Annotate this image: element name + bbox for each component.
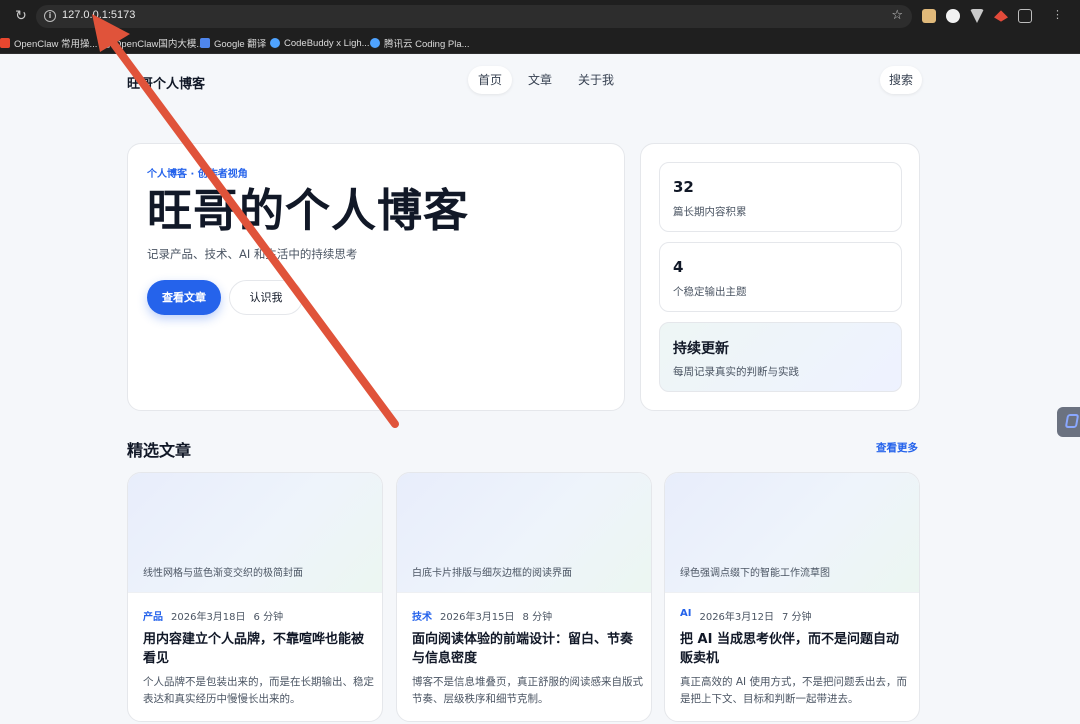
- cover-caption: 线性网格与蓝色渐变交织的极简封面: [143, 568, 303, 579]
- more-menu-icon[interactable]: ⋮: [1052, 8, 1063, 22]
- extension-icon[interactable]: [994, 10, 1008, 22]
- article-cover: 线性网格与蓝色渐变交织的极简封面: [128, 473, 382, 593]
- article-tag[interactable]: 技术: [412, 608, 432, 623]
- reload-icon[interactable]: ↻: [12, 7, 30, 25]
- hero-card: 个人博客 · 创作者视角 旺哥的个人博客 记录产品、技术、AI 和生活中的持续思…: [127, 143, 625, 411]
- article-meta: 技术 2026年3月15日 8 分钟: [412, 608, 552, 623]
- article-title[interactable]: 用内容建立个人品牌，不靠喧哗也能被看见: [143, 630, 371, 668]
- hero-subtitle: 记录产品、技术、AI 和生活中的持续思考: [147, 247, 358, 261]
- hero-eyebrow: 个人博客 · 创作者视角: [147, 169, 248, 180]
- address-bar[interactable]: i 127.0.0.1:5173 ☆: [36, 5, 912, 28]
- bookmark-favicon-icon: [200, 38, 210, 48]
- article-read-time: 7 分钟: [782, 612, 812, 623]
- search-button[interactable]: 搜索: [880, 66, 923, 94]
- bookmark-item[interactable]: OpenClaw 常用操...: [0, 36, 97, 50]
- browser-toolbar: ↻ i 127.0.0.1:5173 ☆ ⋮: [0, 0, 1080, 32]
- article-date: 2026年3月12日: [699, 612, 775, 623]
- article-read-time: 6 分钟: [253, 612, 284, 623]
- bookmark-star-icon[interactable]: ☆: [891, 8, 903, 23]
- article-read-time: 8 分钟: [522, 612, 553, 623]
- stat-articles: 32 篇长期内容积累: [659, 162, 902, 232]
- stats-card: 32 篇长期内容积累 4 个稳定输出主题 持续更新 每周记录真实的判断与实践: [640, 143, 920, 411]
- article-title[interactable]: 面向阅读体验的前端设计：留白、节奏与信息密度: [412, 630, 640, 668]
- article-title[interactable]: 把 AI 当成思考伙伴，而不是问题自动贩卖机: [680, 630, 908, 668]
- extension-icon[interactable]: [970, 9, 984, 23]
- article-excerpt: 真正高效的 AI 使用方式，不是把问题丢出去，而是把上下文、目标和判断一起带进去…: [680, 676, 907, 705]
- extensions-puzzle-icon[interactable]: [1018, 9, 1032, 23]
- stat-value: 4: [673, 258, 684, 276]
- extension-icon[interactable]: [922, 9, 936, 23]
- floating-assistant-widget[interactable]: [1057, 407, 1080, 437]
- cover-caption: 白底卡片排版与细灰边框的阅读界面: [412, 568, 572, 579]
- article-cover: 白底卡片排版与细灰边框的阅读界面: [397, 473, 651, 593]
- site-brand[interactable]: 旺哥个人博客: [127, 73, 205, 92]
- stat-label: 篇长期内容积累: [673, 206, 747, 218]
- bookmark-item[interactable]: 腾讯云 Coding Pla...: [370, 36, 470, 50]
- bookmark-favicon-icon: [270, 38, 280, 48]
- hero-title: 旺哥的个人博客: [147, 184, 470, 237]
- article-meta: AI 2026年3月12日 7 分钟: [680, 608, 812, 623]
- bookmarks-bar: OpenClaw 常用操... OpenClaw国内大模... Google 翻…: [0, 32, 1080, 54]
- article-card[interactable]: 绿色强调点缀下的智能工作流草图 AI 2026年3月12日 7 分钟 把 AI …: [664, 472, 920, 722]
- article-tag[interactable]: 产品: [143, 608, 163, 623]
- assistant-icon: [1064, 414, 1080, 428]
- nav-about[interactable]: 关于我: [568, 66, 624, 94]
- article-date: 2026年3月18日: [171, 612, 246, 623]
- article-excerpt: 个人品牌不是包装出来的，而是在长期输出、稳定表达和真实经历中慢慢长出来的。: [143, 676, 374, 705]
- bookmark-item[interactable]: OpenClaw国内大模...: [100, 36, 204, 50]
- stat-value: 32: [673, 178, 694, 196]
- article-card[interactable]: 白底卡片排版与细灰边框的阅读界面 技术 2026年3月15日 8 分钟 面向阅读…: [396, 472, 652, 722]
- nav-home[interactable]: 首页: [468, 66, 513, 94]
- blog-page: 旺哥个人博客 首页 文章 关于我 搜索 个人博客 · 创作者视角 旺哥的个人博客…: [0, 55, 1080, 724]
- view-articles-button[interactable]: 查看文章: [147, 280, 221, 315]
- cover-caption: 绿色强调点缀下的智能工作流草图: [680, 568, 830, 579]
- featured-title: 精选文章: [127, 441, 192, 460]
- article-card[interactable]: 线性网格与蓝色渐变交织的极简封面 产品 2026年3月18日 6 分钟 用内容建…: [127, 472, 383, 722]
- highlight-title: 持续更新: [673, 341, 729, 357]
- bookmark-favicon-icon: [370, 38, 380, 48]
- highlight-label: 每周记录真实的判断与实践: [673, 366, 799, 378]
- address-url[interactable]: 127.0.0.1:5173: [62, 9, 135, 21]
- stat-label: 个稳定输出主题: [673, 286, 747, 298]
- stat-topics: 4 个稳定输出主题: [659, 242, 902, 312]
- article-tag[interactable]: AI: [680, 608, 691, 623]
- about-me-button[interactable]: 认识我: [229, 280, 303, 315]
- bookmark-favicon-icon: [0, 38, 10, 48]
- article-meta: 产品 2026年3月18日 6 分钟: [143, 608, 283, 623]
- main-nav: 首页 文章 关于我: [468, 66, 624, 94]
- bookmark-item[interactable]: CodeBuddy x Ligh...: [270, 36, 370, 50]
- bookmark-favicon-icon: [100, 38, 110, 48]
- site-info-icon[interactable]: i: [44, 10, 56, 22]
- bookmark-item[interactable]: Google 翻译: [200, 36, 266, 50]
- stat-highlight: 持续更新 每周记录真实的判断与实践: [659, 322, 902, 392]
- nav-articles[interactable]: 文章: [518, 66, 562, 94]
- view-more-link[interactable]: 查看更多: [876, 440, 918, 455]
- article-excerpt: 博客不是信息堆叠页，真正舒服的阅读感来自版式节奏、层级秩序和细节克制。: [412, 676, 643, 705]
- extension-icon[interactable]: [946, 9, 960, 23]
- article-cover: 绿色强调点缀下的智能工作流草图: [665, 473, 919, 593]
- article-date: 2026年3月15日: [440, 612, 515, 623]
